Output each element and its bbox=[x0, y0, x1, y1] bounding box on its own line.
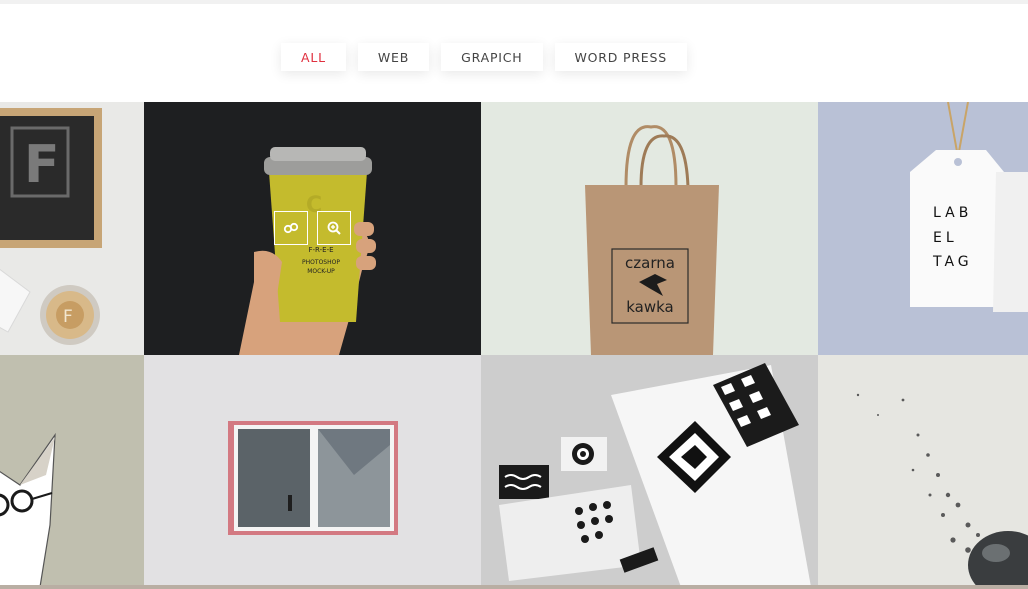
top-divider bbox=[0, 0, 1028, 4]
portfolio-item-stationery[interactable] bbox=[481, 355, 818, 587]
portfolio-filter-bar: ALL WEB GRAPICH WORD PRESS bbox=[281, 43, 687, 71]
stationery-mockup-image bbox=[481, 355, 818, 587]
bag-logo-top: czarna bbox=[625, 254, 675, 272]
filter-all[interactable]: ALL bbox=[281, 43, 346, 71]
portfolio-item-ink-splash[interactable] bbox=[818, 355, 1028, 587]
bottom-divider bbox=[0, 585, 1028, 589]
svg-text:F: F bbox=[63, 307, 73, 327]
open-link-button[interactable] bbox=[274, 211, 308, 245]
portfolio-item-cup[interactable]: C F-R-E-E PHOTOSHOP MOCK-UP bbox=[144, 102, 481, 355]
portfolio-item-chalkboard[interactable]: F F bbox=[0, 102, 144, 355]
tag-line-1: LAB bbox=[933, 205, 972, 221]
zoom-in-button[interactable] bbox=[317, 211, 351, 245]
photo-book-mockup-image bbox=[144, 355, 481, 587]
portfolio-item-book[interactable] bbox=[144, 355, 481, 587]
svg-text:F: F bbox=[24, 135, 60, 195]
portfolio-item-label-tag[interactable]: LAB EL TAG bbox=[818, 102, 1028, 355]
ink-splash-image bbox=[818, 355, 1028, 587]
cup-line-3: MOCK-UP bbox=[307, 268, 335, 275]
tag-line-2: EL bbox=[933, 230, 958, 246]
coffee-cup-mockup-image: C F-R-E-E PHOTOSHOP MOCK-UP bbox=[144, 102, 481, 355]
zoom-in-icon bbox=[327, 221, 341, 235]
bag-logo-bottom: kawka bbox=[626, 298, 674, 316]
link-icon bbox=[283, 222, 299, 234]
label-tag-mockup-image: LAB EL TAG bbox=[818, 102, 1028, 355]
tag-line-3: TAG bbox=[932, 254, 973, 270]
filter-word-press[interactable]: WORD PRESS bbox=[554, 43, 687, 71]
filter-web[interactable]: WEB bbox=[357, 43, 430, 71]
paper-bag-mockup-image: czarna kawka bbox=[481, 102, 818, 355]
portfolio-grid: F F C F-R-E-E PHOTOSHOP MOCK-UP czarna k… bbox=[0, 102, 1028, 589]
portfolio-item-bag[interactable]: czarna kawka bbox=[481, 102, 818, 355]
cup-line-1: F-R-E-E bbox=[308, 246, 333, 254]
filter-grapich[interactable]: GRAPICH bbox=[441, 43, 543, 71]
portfolio-item-cat[interactable] bbox=[0, 355, 144, 587]
cup-line-2: PHOTOSHOP bbox=[302, 259, 340, 266]
chalkboard-mockup-image: F F bbox=[0, 102, 144, 355]
cat-illustration-image bbox=[0, 355, 144, 587]
